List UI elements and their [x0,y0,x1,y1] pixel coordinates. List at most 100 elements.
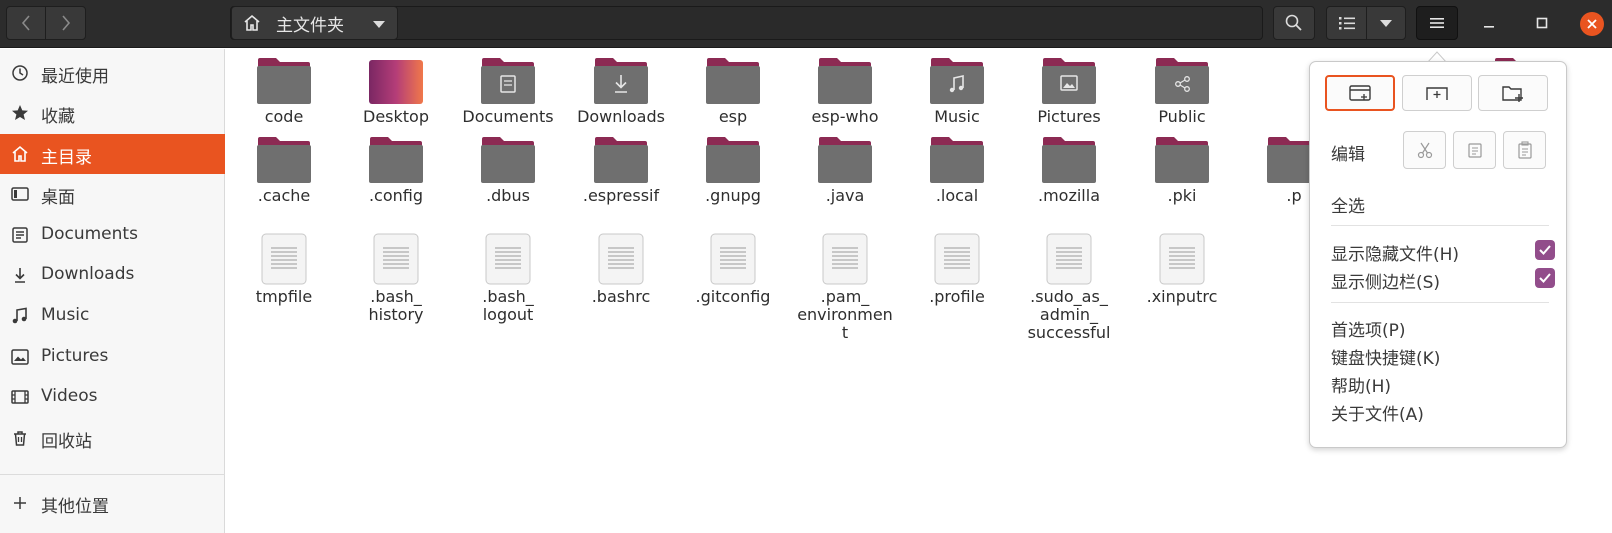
folder-item[interactable]: .local [902,136,1012,205]
music-icon [12,307,27,324]
sidebar-item-pictures[interactable]: Pictures [0,337,225,377]
forward-button[interactable] [45,6,86,40]
sidebar-item-downloads[interactable]: Downloads [0,255,225,295]
folder-icon [818,137,872,183]
folder-item[interactable]: Downloads [566,57,676,126]
back-button[interactable] [6,6,46,40]
desktop-folder-icon [369,60,423,104]
text-file-icon [261,233,307,285]
menu-item-shortcuts[interactable]: 键盘快捷键(K) [1331,344,1440,369]
folder-item[interactable]: .espressif [566,136,676,205]
picture-icon [11,349,29,365]
copy-icon [1467,143,1482,158]
sidebar-item-other-locations[interactable]: 其他位置 [0,483,225,523]
folder-item[interactable]: .dbus [453,136,563,205]
sidebar-item-desktop[interactable]: 桌面 [0,174,225,214]
file-item[interactable]: .pam_ environmen t [790,233,900,342]
sidebar-item-videos[interactable]: Videos [0,377,225,417]
chevron-down-icon [1380,19,1392,27]
folder-item[interactable]: Documents [453,57,563,126]
show-sidebar-checkbox[interactable] [1535,268,1555,288]
file-item[interactable]: .profile [902,233,1012,306]
text-file-icon [822,233,868,285]
show-hidden-checkbox[interactable] [1535,240,1555,260]
new-folder-icon [1502,86,1523,102]
main-menu-button[interactable] [1416,6,1458,40]
sidebar-item-home[interactable]: 主目录 [0,134,225,174]
folder-item[interactable]: .pki [1127,136,1237,205]
header-bar: 主文件夹 [0,0,1612,48]
file-item[interactable]: .bash_ logout [453,233,563,324]
folder-item[interactable]: .mozilla [1014,136,1124,205]
check-icon [1539,245,1551,255]
path-home-segment[interactable]: 主文件夹 [231,6,398,40]
menu-item-show-hidden[interactable]: 显示隐藏文件(H) [1331,240,1459,265]
close-button[interactable] [1580,12,1604,36]
new-tab-button[interactable] [1402,75,1472,111]
sidebar-item-label: Pictures [41,346,109,366]
folder-item[interactable]: esp [678,57,788,126]
folder-icon [481,137,535,183]
text-file-icon [1046,233,1092,285]
folder-icon [257,137,311,183]
folder-item[interactable]: .gnupg [678,136,788,205]
folder-item[interactable]: Music [902,57,1012,126]
file-item[interactable]: tmpfile [229,233,339,306]
copy-button[interactable] [1453,131,1496,169]
menu-item-show-sidebar[interactable]: 显示侧边栏(S) [1331,268,1440,293]
check-icon [1539,273,1551,283]
minimize-icon[interactable] [1480,14,1498,32]
sidebar-separator [0,474,225,475]
video-icon [11,390,29,404]
folder-item[interactable]: .cache [229,136,339,205]
folder-item[interactable]: Desktop [341,57,451,126]
music-folder-icon [930,58,984,104]
menu-item-help[interactable]: 帮助(H) [1331,372,1391,397]
sidebar-item-trash[interactable]: 回收站 [0,418,225,458]
sidebar-item-recent[interactable]: 最近使用 [0,53,225,93]
cut-button[interactable] [1403,131,1446,169]
path-bar[interactable]: 主文件夹 [230,6,1263,40]
folder-item[interactable]: .java [790,136,900,205]
new-folder-button[interactable] [1478,75,1548,111]
sidebar-item-documents[interactable]: Documents [0,215,225,255]
text-file-icon [485,233,531,285]
file-item[interactable]: .bashrc [566,233,676,306]
folder-item[interactable]: .config [341,136,451,205]
sidebar-item-label: 回收站 [41,432,92,452]
maximize-icon[interactable] [1533,14,1551,32]
hamburger-menu-icon [1430,18,1444,28]
paste-button[interactable] [1503,131,1546,169]
sidebar-item-starred[interactable]: 收藏 [0,93,225,133]
sidebar-item-label: Music [41,305,90,325]
folder-item[interactable]: esp-who [790,57,900,126]
menu-item-select-all[interactable]: 全选 [1331,192,1365,217]
file-item[interactable]: .gitconfig [678,233,788,306]
chevron-left-icon [21,15,30,31]
file-item[interactable]: .xinputrc [1127,233,1237,306]
text-file-icon [1159,233,1205,285]
folder-icon [1155,137,1209,183]
new-window-button[interactable] [1325,75,1395,111]
folder-icon [594,137,648,183]
file-item[interactable]: .bash_ history [341,233,451,324]
view-options-button[interactable] [1366,6,1406,40]
desktop-icon [11,187,29,201]
sidebar-item-music[interactable]: Music [0,296,225,336]
downloads-folder-icon [594,58,648,104]
chevron-down-icon[interactable] [373,21,385,28]
text-file-icon [934,233,980,285]
text-file-icon [598,233,644,285]
folder-item[interactable]: Public [1127,57,1237,126]
file-item[interactable]: .sudo_as_ admin_ successful [1014,233,1124,342]
search-button[interactable] [1273,6,1315,40]
folder-icon [369,137,423,183]
menu-item-preferences[interactable]: 首选项(P) [1331,316,1406,341]
folder-item[interactable]: code [229,57,339,126]
folder-item[interactable]: Pictures [1014,57,1124,126]
folder-icon [706,137,760,183]
cut-icon [1417,142,1432,159]
edit-label: 编辑 [1331,145,1365,165]
list-view-button[interactable] [1326,6,1367,40]
menu-item-about[interactable]: 关于文件(A) [1331,400,1424,425]
